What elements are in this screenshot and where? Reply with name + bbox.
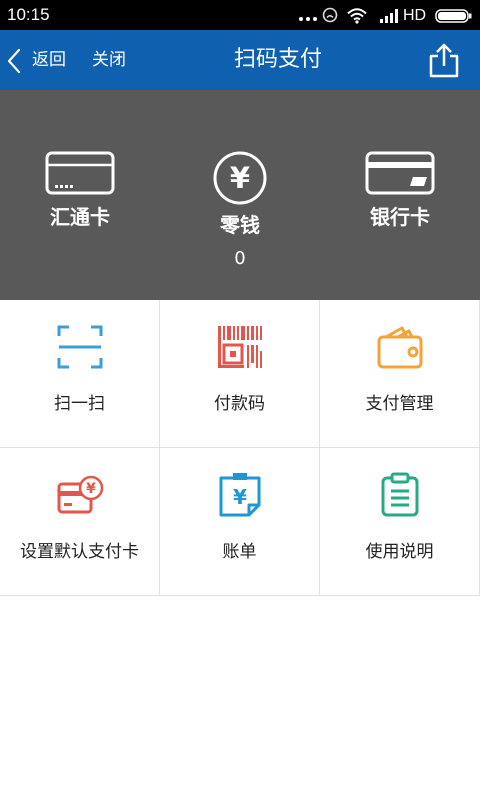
alarm-icon [322, 7, 338, 23]
yen-symbol: ¥ [233, 485, 247, 509]
balance-item-bank-card[interactable]: 银行卡 [320, 90, 480, 300]
grid-item-label: 扫一扫 [54, 394, 105, 414]
close-button[interactable]: 关闭 [92, 30, 126, 90]
page-title: 扫码支付 [233, 47, 322, 72]
grid-item-label: 使用说明 [365, 542, 434, 562]
signal-icon [380, 9, 398, 23]
wallet-icon [377, 326, 423, 369]
screen: 10:15 HD 返回 关闭 扫码支付 汇通卡 ¥ 零钱 0 银行卡 扫一扫 付… [0, 0, 480, 800]
bill-icon: ¥ [219, 473, 261, 517]
grid-item-default-card[interactable]: ¥ 设置默认支付卡 [0, 448, 160, 596]
grid-item-bill[interactable]: ¥ 账单 [160, 448, 320, 596]
scan-icon [57, 325, 103, 369]
balance-item-huitong-card[interactable]: 汇通卡 [0, 90, 160, 300]
grid-item-payment-code[interactable]: 付款码 [160, 300, 320, 448]
wifi-icon [347, 8, 367, 24]
yen-symbol: ¥ [230, 161, 250, 195]
grid-item-label: 设置默认支付卡 [20, 542, 139, 562]
barcode-icon [218, 326, 262, 368]
balance-label: 汇通卡 [50, 205, 110, 229]
back-label: 返回 [32, 50, 66, 70]
chevron-left-icon [7, 48, 21, 74]
function-grid: 扫一扫 付款码 支付管理 ¥ 设置默认支付卡 ¥ 账单 使用说明 [0, 300, 480, 596]
bank-card-icon [365, 151, 435, 195]
yen-circle-icon: ¥ [213, 151, 267, 205]
grid-item-label: 支付管理 [365, 394, 434, 414]
yen-symbol: ¥ [86, 481, 96, 497]
share-button[interactable] [424, 38, 464, 82]
battery-icon [435, 9, 472, 23]
status-time: 10:15 [7, 5, 50, 24]
back-button[interactable]: 返回 [0, 30, 76, 90]
balance-panel: 汇通卡 ¥ 零钱 0 银行卡 [0, 90, 480, 300]
instructions-icon [381, 472, 419, 517]
balance-label: 零钱 [220, 213, 260, 237]
grid-item-label: 账单 [222, 542, 257, 562]
card-yen-badge-icon: ¥ [57, 475, 104, 514]
card-icon [45, 151, 115, 195]
grid-item-scan[interactable]: 扫一扫 [0, 300, 160, 448]
grid-item-payment-management[interactable]: 支付管理 [320, 300, 480, 448]
balance-value: 0 [234, 248, 246, 269]
more-dots-icon [299, 17, 317, 21]
grid-item-label: 付款码 [214, 394, 265, 414]
share-icon [429, 43, 459, 78]
header: 返回 关闭 扫码支付 [0, 30, 480, 90]
grid-item-instructions[interactable]: 使用说明 [320, 448, 480, 596]
balance-label: 银行卡 [370, 205, 430, 229]
balance-item-change[interactable]: ¥ 零钱 0 [160, 90, 320, 300]
status-bar: 10:15 HD [0, 0, 480, 30]
network-type-label: HD [403, 7, 427, 24]
